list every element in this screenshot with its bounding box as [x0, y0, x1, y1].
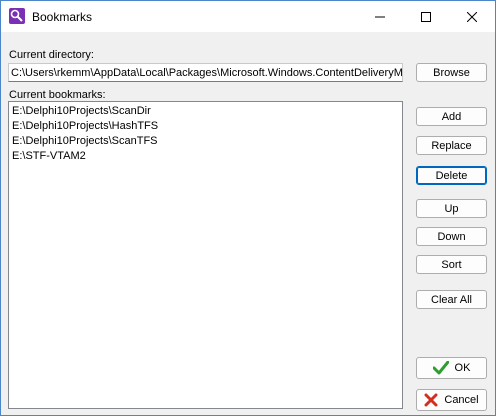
checkmark-icon [432, 361, 449, 375]
maximize-button[interactable] [403, 1, 449, 32]
add-button[interactable]: Add [416, 107, 487, 126]
clear-all-button[interactable]: Clear All [416, 290, 487, 309]
maximize-icon [421, 11, 431, 22]
close-icon [467, 11, 477, 22]
cancel-label: Cancel [444, 394, 479, 406]
sort-button[interactable]: Sort [416, 255, 487, 274]
list-item[interactable]: E:\Delphi10Projects\HashTFS [12, 119, 399, 134]
current-directory-field[interactable]: C:\Users\rkemm\AppData\Local\Packages\Mi… [8, 63, 403, 82]
window-title: Bookmarks [32, 10, 93, 24]
ok-label: OK [454, 362, 471, 374]
bookmarks-dialog: Bookmarks Current directory: C:\Users\rk… [0, 0, 496, 416]
bookmarks-list[interactable]: E:\Delphi10Projects\ScanDir E:\Delphi10P… [8, 101, 403, 409]
down-button[interactable]: Down [416, 227, 487, 246]
up-button[interactable]: Up [416, 199, 487, 218]
close-button[interactable] [449, 1, 495, 32]
minimize-icon [375, 16, 385, 17]
cancel-button[interactable]: Cancel [416, 389, 487, 411]
list-item[interactable]: E:\Delphi10Projects\ScanTFS [12, 134, 399, 149]
current-bookmarks-label: Current bookmarks: [9, 89, 106, 101]
bookmarks-app-icon [9, 8, 25, 24]
list-item[interactable]: E:\Delphi10Projects\ScanDir [12, 104, 399, 119]
browse-button[interactable]: Browse [416, 63, 487, 82]
title-bar[interactable]: Bookmarks [1, 1, 495, 32]
ok-button[interactable]: OK [416, 357, 487, 379]
list-item[interactable]: E:\STF-VTAM2 [12, 149, 399, 164]
cancel-x-icon [424, 393, 438, 407]
delete-button[interactable]: Delete [416, 166, 487, 185]
minimize-button[interactable] [357, 1, 403, 32]
replace-button[interactable]: Replace [416, 136, 487, 155]
current-directory-label: Current directory: [9, 49, 94, 61]
